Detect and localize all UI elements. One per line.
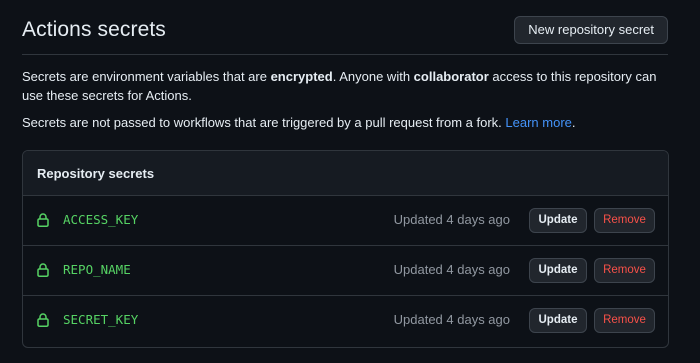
collaborator-emphasis: collaborator (413, 69, 489, 84)
fork-note: Secrets are not passed to workflows that… (22, 113, 668, 132)
secret-row: ACCESS_KEY Updated 4 days ago Update Rem… (23, 196, 668, 246)
fork-note-text: Secrets are not passed to workflows that… (22, 115, 506, 130)
remove-button[interactable]: Remove (594, 258, 655, 283)
updated-timestamp: Updated 4 days ago (393, 262, 510, 277)
secret-name: ACCESS_KEY (63, 212, 139, 227)
update-button[interactable]: Update (529, 208, 587, 233)
lock-icon (37, 313, 49, 327)
description-text: Secrets are environment variables that a… (22, 69, 271, 84)
learn-more-link[interactable]: Learn more (505, 115, 571, 130)
description-text: . Anyone with (332, 69, 414, 84)
secrets-description: Secrets are environment variables that a… (22, 67, 668, 105)
secret-name: REPO_NAME (63, 262, 131, 277)
secret-row: REPO_NAME Updated 4 days ago Update Remo… (23, 246, 668, 296)
actions-secrets-page: Actions secrets New repository secret Se… (0, 0, 700, 363)
update-button[interactable]: Update (529, 258, 587, 283)
updated-timestamp: Updated 4 days ago (393, 312, 510, 327)
secret-name: SECRET_KEY (63, 312, 139, 327)
remove-button[interactable]: Remove (594, 208, 655, 233)
repository-secrets-header: Repository secrets (23, 151, 668, 196)
lock-icon (37, 213, 49, 227)
encrypted-emphasis: encrypted (270, 69, 333, 84)
update-button[interactable]: Update (529, 308, 587, 333)
fork-note-period: . (571, 115, 576, 130)
updated-timestamp: Updated 4 days ago (393, 212, 510, 227)
page-header: Actions secrets New repository secret (22, 14, 668, 55)
page-title: Actions secrets (22, 18, 166, 41)
new-repository-secret-button[interactable]: New repository secret (514, 16, 668, 44)
remove-button[interactable]: Remove (594, 308, 655, 333)
secret-row: SECRET_KEY Updated 4 days ago Update Rem… (23, 296, 668, 346)
lock-icon (37, 263, 49, 277)
repository-secrets-box: Repository secrets ACCESS_KEY Updated 4 … (22, 150, 669, 348)
